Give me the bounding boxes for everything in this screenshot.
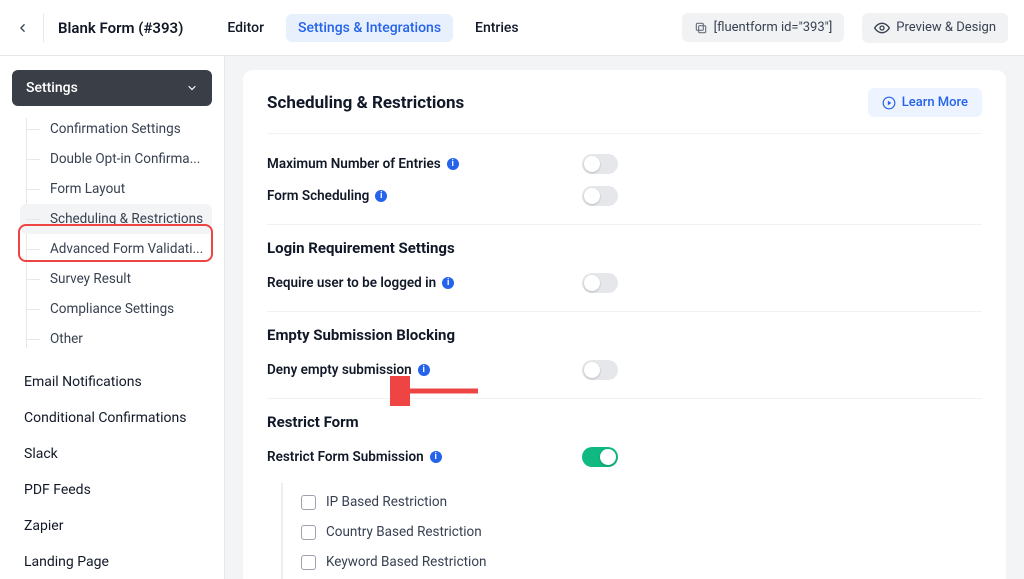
info-icon[interactable]: i [447, 158, 459, 170]
play-circle-icon [882, 96, 896, 110]
sidebar-item-double-optin[interactable]: Double Opt-in Confirma... [20, 144, 212, 174]
info-icon[interactable]: i [375, 190, 387, 202]
section-title-login: Login Requirement Settings [267, 239, 982, 257]
preview-design-button[interactable]: Preview & Design [862, 13, 1008, 43]
back-button[interactable] [16, 14, 44, 42]
check-country-restriction[interactable]: Country Based Restriction [301, 517, 982, 547]
section-restrict-form: Restrict Form Restrict Form Submission i… [267, 398, 982, 579]
top-tabs: Editor Settings & Integrations Entries [215, 14, 530, 42]
section-login-requirement: Login Requirement Settings Require user … [267, 224, 982, 311]
eye-icon [874, 20, 890, 36]
sidebar-link-slack[interactable]: Slack [12, 436, 212, 472]
label-deny-empty: Deny empty submission [267, 362, 412, 378]
check-label-keyword: Keyword Based Restriction [326, 554, 487, 570]
tab-settings-integrations[interactable]: Settings & Integrations [286, 14, 453, 42]
sidebar-item-compliance-settings[interactable]: Compliance Settings [20, 294, 212, 324]
tab-editor[interactable]: Editor [215, 14, 276, 42]
sidebar-item-confirmation-settings[interactable]: Confirmation Settings [20, 114, 212, 144]
sidebar-link-zapier[interactable]: Zapier [12, 508, 212, 544]
toggle-restrict-submission[interactable] [582, 447, 618, 467]
shortcode-text: [fluentform id="393"] [714, 20, 833, 35]
sidebar-item-scheduling-restrictions[interactable]: Scheduling & Restrictions [20, 204, 212, 234]
toggle-max-entries[interactable] [582, 154, 618, 174]
sidebar-link-email-notifications[interactable]: Email Notifications [12, 364, 212, 400]
main-content: Scheduling & Restrictions Learn More Max… [225, 56, 1024, 579]
sidebar-header-label: Settings [26, 80, 78, 96]
label-restrict-submission: Restrict Form Submission [267, 449, 424, 465]
checkbox[interactable] [301, 555, 316, 570]
toggle-form-scheduling[interactable] [582, 186, 618, 206]
label-form-scheduling: Form Scheduling [267, 188, 369, 204]
form-title: Blank Form (#393) [58, 19, 183, 37]
preview-text: Preview & Design [896, 20, 996, 35]
check-ip-restriction[interactable]: IP Based Restriction [301, 487, 982, 517]
learn-more-button[interactable]: Learn More [868, 88, 982, 117]
topbar: Blank Form (#393) Editor Settings & Inte… [0, 0, 1024, 56]
info-icon[interactable]: i [430, 451, 442, 463]
sidebar-link-landing-page[interactable]: Landing Page [12, 544, 212, 579]
copy-icon [694, 21, 708, 35]
page-title: Scheduling & Restrictions [267, 93, 464, 113]
restrict-options: IP Based Restriction Country Based Restr… [281, 483, 982, 579]
sidebar-item-form-layout[interactable]: Form Layout [20, 174, 212, 204]
section-empty-submission: Empty Submission Blocking Deny empty sub… [267, 311, 982, 398]
check-label-ip: IP Based Restriction [326, 494, 447, 510]
tab-entries[interactable]: Entries [463, 14, 531, 42]
info-icon[interactable]: i [418, 364, 430, 376]
toggle-deny-empty[interactable] [582, 360, 618, 380]
check-keyword-restriction[interactable]: Keyword Based Restriction [301, 547, 982, 577]
toggle-require-login[interactable] [582, 273, 618, 293]
learn-more-label: Learn More [902, 95, 968, 110]
sidebar-item-survey-result[interactable]: Survey Result [20, 264, 212, 294]
info-icon[interactable]: i [442, 277, 454, 289]
sidebar-settings-header[interactable]: Settings [12, 70, 212, 106]
section-title-empty: Empty Submission Blocking [267, 326, 982, 344]
section-entries-scheduling: Maximum Number of Entries i Form Schedul… [267, 133, 982, 224]
sidebar-item-other[interactable]: Other [20, 324, 212, 354]
checkbox[interactable] [301, 495, 316, 510]
settings-tree: Confirmation Settings Double Opt-in Conf… [12, 114, 212, 354]
sidebar-item-advanced-validation[interactable]: Advanced Form Validati... [20, 234, 212, 264]
chevron-down-icon [186, 82, 198, 94]
chevron-left-icon [16, 21, 29, 35]
label-require-login: Require user to be logged in [267, 275, 436, 291]
sidebar: Settings Confirmation Settings Double Op… [0, 56, 225, 579]
label-max-entries: Maximum Number of Entries [267, 156, 441, 172]
section-title-restrict: Restrict Form [267, 413, 982, 431]
checkbox[interactable] [301, 525, 316, 540]
settings-card: Scheduling & Restrictions Learn More Max… [243, 70, 1006, 579]
sidebar-link-conditional-confirmations[interactable]: Conditional Confirmations [12, 400, 212, 436]
check-label-country: Country Based Restriction [326, 524, 482, 540]
sidebar-link-pdf-feeds[interactable]: PDF Feeds [12, 472, 212, 508]
shortcode-button[interactable]: [fluentform id="393"] [682, 13, 845, 42]
